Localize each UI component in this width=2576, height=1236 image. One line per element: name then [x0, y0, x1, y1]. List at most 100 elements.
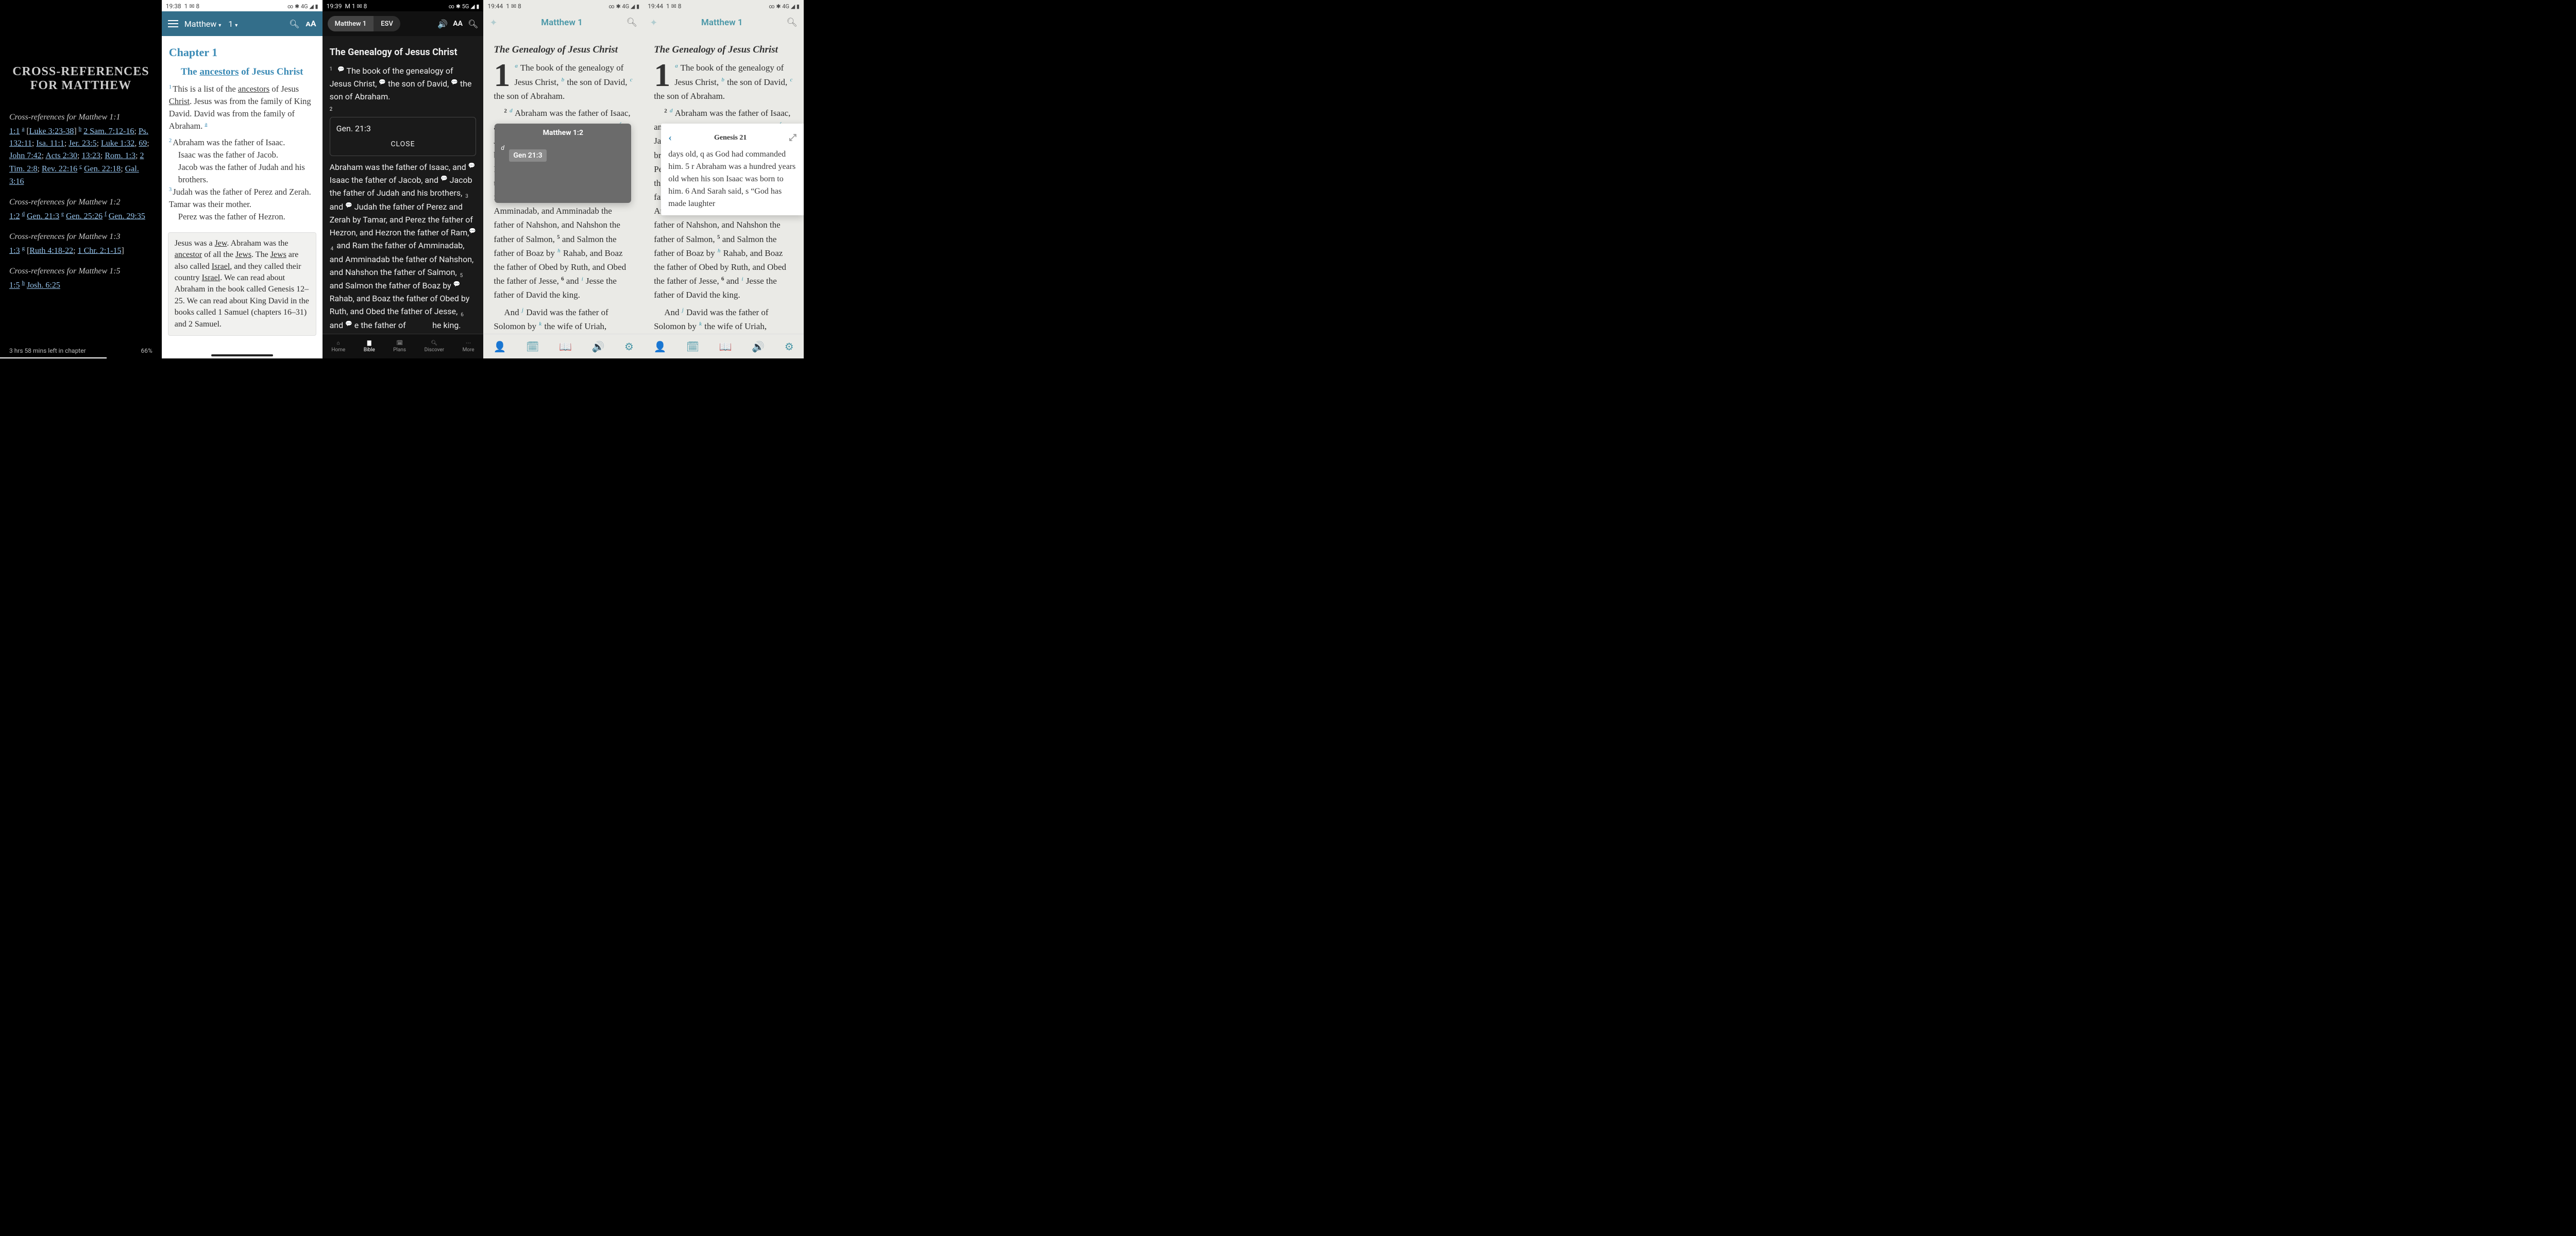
status-right-icons: ∞ ✱ 4G ◢ ▮	[769, 3, 800, 10]
status-right-icons: ∞ ✱ 4G ◢ ▮	[609, 3, 640, 10]
esv-logo-icon[interactable]: ✦	[650, 18, 657, 28]
section-heading: The Genealogy of Jesus Christ	[654, 42, 793, 58]
crossref-list[interactable]: 1:1 a [Luke 3:23-38] b 2 Sam. 7:12-16; P…	[9, 125, 152, 188]
reference-pill[interactable]: Matthew 1	[328, 16, 374, 31]
tab-bible[interactable]: ▇Bible	[364, 340, 375, 353]
tab-more[interactable]: ⋯More	[463, 340, 474, 353]
crossref-list[interactable]: 1:3 g [Ruth 4:18-22; 1 Chr. 2:1-15]	[9, 244, 152, 257]
profile-icon[interactable]: 👤	[494, 340, 506, 353]
menu-icon[interactable]	[168, 20, 178, 27]
search-icon[interactable]: 🔍︎	[786, 18, 798, 28]
esv-logo-icon[interactable]: ✦	[489, 18, 497, 28]
close-button[interactable]: CLOSE	[336, 135, 470, 150]
reading-pane[interactable]: Chapter 1 The ancestors of Jesus Christ …	[162, 36, 323, 223]
book-icon[interactable]: 📖	[719, 340, 732, 353]
search-icon[interactable]: 🔍︎	[289, 19, 299, 29]
crossref-link[interactable]: Gen 21:3	[509, 149, 546, 162]
easy-bible-screen: 19:38 1 ✉ 8 ∞ ✱ 4G ◢ ▮ Matthew▼ 1▼ 🔍︎ ᴀA…	[162, 0, 323, 358]
verse-link[interactable]: 1:5	[9, 281, 20, 290]
verse-1: 1This is a list of the ancestors of Jesu…	[169, 83, 315, 132]
status-bar: 19:39 M 1 ✉ 8 ∞ ✱ 5G ◢ ▮	[323, 0, 484, 11]
calendar-icon[interactable]: 🗓	[526, 340, 539, 353]
verse-link[interactable]: 1:2	[9, 212, 20, 220]
verse-1: a The book of the genealogy of Jesus Chr…	[654, 63, 793, 100]
bottom-toolbar: 👤 🗓 📖 🔊 ⚙	[483, 334, 643, 358]
section-heading: The Genealogy of Jesus Christ	[330, 45, 477, 60]
translation-pill[interactable]: ESV	[374, 16, 400, 31]
profile-icon[interactable]: 👤	[653, 340, 666, 353]
crossref-popover: Gen. 21:3 CLOSE	[330, 117, 477, 157]
dark-bible-screen: 19:39 M 1 ✉ 8 ∞ ✱ 5G ◢ ▮ Matthew 1 ESV 🔊…	[323, 0, 484, 358]
passage-title[interactable]: Matthew 1	[497, 18, 626, 28]
time-left: 3 hrs 58 mins left in chapter	[9, 347, 86, 354]
page-title: CROSS-REFERENCES FOR MATTHEW	[0, 65, 162, 93]
bottom-toolbar: 👤 🗓 📖 🔊 ⚙	[643, 334, 804, 358]
audio-icon[interactable]: 🔊	[752, 340, 765, 353]
book-selector[interactable]: Matthew▼	[184, 19, 222, 29]
status-right-icons: ∞ ✱ 5G ◢ ▮	[449, 3, 480, 10]
audio-icon[interactable]: 🔊	[592, 340, 605, 353]
bible-icon: ▇	[367, 340, 371, 346]
crossref-group-heading: Cross-references for Matthew 1:5	[9, 265, 152, 278]
chapter-heading: Chapter 1	[169, 44, 315, 61]
status-bar: 19:44 1 ✉ 8 ∞ ✱ 4G ◢ ▮	[643, 0, 804, 11]
footnote-popup[interactable]: Jesus was a Jew. Abraham was the ancesto…	[168, 232, 316, 336]
status-notif-icons: 1 ✉ 8	[506, 3, 521, 10]
more-icon: ⋯	[466, 340, 471, 346]
crossref-popup: Matthew 1:2 d Gen 21:3	[495, 124, 631, 203]
footnote-link[interactable]: a	[205, 121, 207, 127]
footer: 3 hrs 58 mins left in chapter 66%	[9, 347, 152, 354]
app-bar: Matthew 1 ESV 🔊 AA 🔍︎	[323, 11, 484, 36]
settings-icon[interactable]: ⚙	[785, 340, 794, 353]
status-notif-icons: 1 ✉ 8	[184, 3, 200, 10]
text-settings-icon[interactable]: AA	[453, 20, 463, 28]
crossref-group-heading: Cross-references for Matthew 1:1	[9, 111, 152, 124]
footnote-letter: d	[501, 144, 504, 151]
verses-body: Abraham was the father of Isaac, and 💬 I…	[330, 161, 477, 332]
popup-title: Matthew 1:2	[501, 129, 625, 137]
discover-icon: 🔍︎	[431, 340, 437, 346]
verse-1: 1 💬 The book of the genealogy of Jesus C…	[330, 65, 477, 104]
reading-pane[interactable]: The Genealogy of Jesus Christ 1 💬 The bo…	[323, 36, 484, 358]
section-heading: The Genealogy of Jesus Christ	[494, 42, 633, 58]
status-time: 19:39	[327, 3, 342, 10]
status-bar: 19:44 1 ✉ 8 ∞ ✱ 4G ◢ ▮	[483, 0, 643, 11]
popup-passage-text[interactable]: days old, q as God had commanded him. 5 …	[668, 148, 796, 210]
passage-popup: ‹ Genesis 21 ⤢ days old, q as God had co…	[661, 124, 804, 215]
app-bar: ✦ Matthew 1 🔍︎	[643, 11, 804, 34]
popup-title: Genesis 21	[714, 132, 747, 143]
status-notif-icons: 1 ✉ 8	[666, 3, 682, 10]
audio-icon[interactable]: 🔊	[437, 19, 448, 29]
crossref-list[interactable]: 1:2 d Gen. 21:3 e Gen. 25:26 f Gen. 29:3…	[9, 210, 152, 222]
status-right-icons: ∞ ✱ 4G ◢ ▮	[287, 3, 318, 10]
passage-title[interactable]: Matthew 1	[657, 18, 786, 28]
verse-2: 2Abraham was the father of Isaac.	[169, 136, 315, 149]
progress-bar	[0, 357, 107, 358]
tab-discover[interactable]: 🔍︎Discover	[425, 340, 445, 353]
status-time: 19:44	[487, 3, 503, 10]
app-bar: Matthew▼ 1▼ 🔍︎ ᴀA	[162, 11, 323, 36]
reference-translation-selector[interactable]: Matthew 1 ESV	[328, 16, 400, 31]
crossref-group-heading: Cross-references for Matthew 1:3	[9, 231, 152, 243]
expand-icon[interactable]: ⤢	[789, 131, 796, 145]
crossref-text[interactable]: Gen. 21:3	[336, 123, 470, 135]
book-icon[interactable]: 📖	[559, 340, 572, 353]
search-icon[interactable]: 🔍︎	[468, 19, 478, 29]
verse-link[interactable]: 1:1	[9, 127, 20, 135]
verse-link[interactable]: 1:3	[9, 246, 20, 255]
status-time: 19:44	[648, 3, 663, 10]
back-icon[interactable]: ‹	[668, 130, 672, 145]
status-time: 19:38	[166, 3, 181, 10]
app-bar: ✦ Matthew 1 🔍︎	[483, 11, 643, 34]
tab-home[interactable]: ⌂Home	[331, 340, 345, 353]
text-settings-icon[interactable]: ᴀA	[306, 19, 316, 29]
chapter-dropcap: 1	[494, 62, 510, 89]
search-icon[interactable]: 🔍︎	[626, 18, 638, 28]
bottom-tab-bar: ⌂Home ▇Bible 🗓Plans 🔍︎Discover ⋯More	[323, 334, 484, 358]
settings-icon[interactable]: ⚙	[624, 340, 634, 353]
crossref-group-heading: Cross-references for Matthew 1:2	[9, 196, 152, 209]
tab-plans[interactable]: 🗓Plans	[393, 340, 406, 353]
chapter-selector[interactable]: 1▼	[228, 19, 239, 29]
calendar-icon[interactable]: 🗓	[686, 340, 699, 353]
crossref-list[interactable]: 1:5 h Josh. 6:25	[9, 279, 152, 291]
